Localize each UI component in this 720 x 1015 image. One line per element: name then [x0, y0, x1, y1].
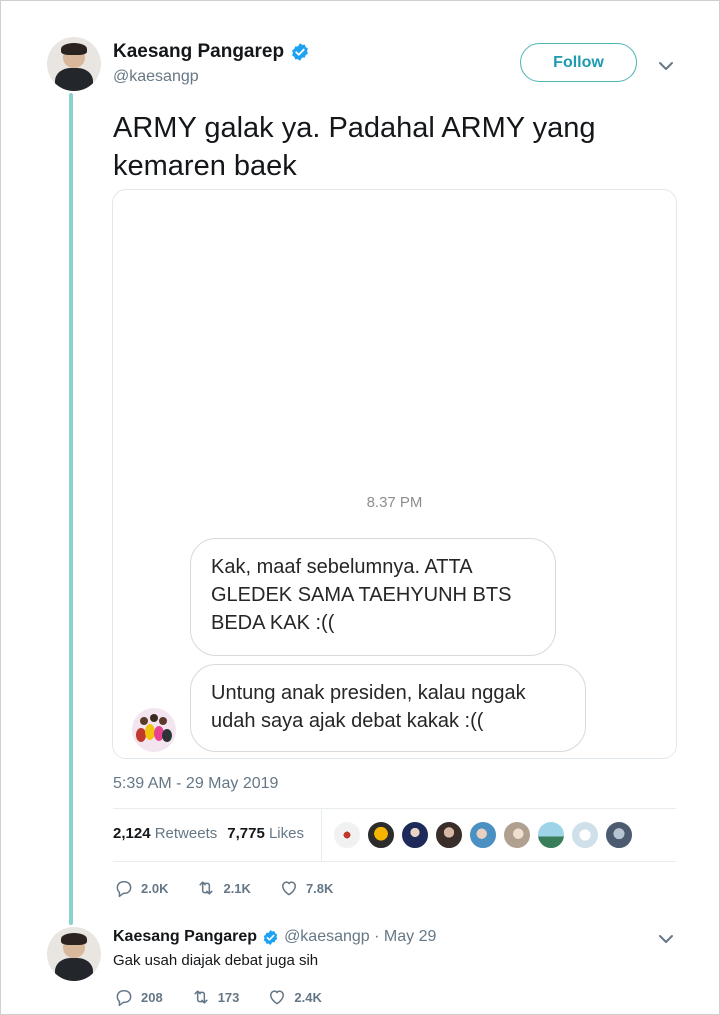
retweet-button[interactable]: 173	[191, 987, 240, 1007]
retweets-stat[interactable]: 2,124 Retweets	[113, 825, 217, 842]
follow-button[interactable]: Follow	[520, 43, 637, 82]
retweet-icon	[194, 990, 208, 1004]
message-bubble: Kak, maaf sebelumnya. ATTA GLEDEK SAMA T…	[190, 538, 556, 656]
reply-count: 208	[141, 989, 163, 1005]
divider	[113, 808, 676, 809]
divider	[113, 861, 676, 862]
likes-stat[interactable]: 7,775 Likes	[227, 825, 304, 842]
reply-icon	[116, 881, 132, 898]
heart-icon	[281, 881, 296, 896]
reply-button[interactable]: 2.0K	[114, 878, 168, 898]
tweet-actions: 2.0K 2.1K 7.8K	[114, 878, 361, 898]
verified-badge-icon	[292, 43, 308, 61]
reply-author-name[interactable]: Kaesang Pangarep	[113, 928, 257, 946]
liker-avatar[interactable]	[571, 821, 599, 849]
liker-avatar[interactable]	[537, 821, 565, 849]
liker-avatars	[333, 821, 633, 849]
author-avatar[interactable]	[47, 37, 101, 91]
author-name[interactable]: Kaesang Pangarep	[113, 41, 284, 63]
chevron-down-icon[interactable]	[657, 930, 675, 948]
like-count: 2.4K	[294, 989, 322, 1005]
liker-avatar[interactable]	[605, 821, 633, 849]
retweet-count: 173	[217, 989, 240, 1005]
retweet-count: 2.1K	[223, 880, 251, 896]
reply-actions: 208 173 2.4K	[114, 987, 350, 1007]
tweet-media-image[interactable]: 8.37 PM Kak, maaf sebelumnya. ATTA GLEDE…	[112, 189, 677, 759]
sender-avatar	[132, 708, 176, 752]
thread-line	[69, 93, 73, 925]
reply-button[interactable]: 208	[114, 987, 163, 1007]
divider	[321, 809, 322, 861]
author-handle[interactable]: @kaesangp	[113, 68, 199, 86]
reply-author-avatar[interactable]	[47, 927, 101, 981]
message-time: 8.37 PM	[366, 494, 423, 511]
chevron-down-icon[interactable]	[657, 57, 675, 75]
reply-count: 2.0K	[141, 880, 169, 896]
liker-avatar[interactable]	[469, 821, 497, 849]
like-button[interactable]: 7.8K	[279, 878, 333, 898]
tweet-text: ARMY galak ya. Padahal ARMY yang kemaren…	[113, 112, 596, 182]
reply-text: Gak usah diajak debat juga sih	[113, 952, 319, 969]
liker-avatar[interactable]	[401, 821, 429, 849]
tweet-timestamp[interactable]: 5:39 AM - 29 May 2019	[113, 775, 278, 793]
message-bubble: Untung anak presiden, kalau nggak udah s…	[190, 664, 586, 752]
like-button[interactable]: 2.4K	[267, 987, 322, 1007]
retweets-count: 2,124	[113, 825, 151, 842]
liker-avatar[interactable]	[435, 821, 463, 849]
liker-avatar[interactable]	[333, 821, 361, 849]
liker-avatar[interactable]	[503, 821, 531, 849]
verified-badge-icon	[263, 929, 278, 945]
reply-icon	[116, 990, 132, 1007]
tweet-stats: 2,124 Retweets 7,775 Likes	[113, 825, 304, 842]
reply-header: Kaesang Pangarep @kaesangp · May 29	[113, 928, 436, 946]
liker-avatar[interactable]	[367, 821, 395, 849]
reply-meta[interactable]: @kaesangp · May 29	[284, 928, 436, 946]
likes-label: Likes	[268, 825, 304, 842]
retweets-label: Retweets	[154, 825, 218, 842]
heart-icon	[270, 990, 285, 1005]
author-name-row[interactable]: Kaesang Pangarep	[113, 41, 310, 63]
like-count: 7.8K	[305, 880, 334, 896]
likes-count: 7,775	[227, 825, 265, 842]
retweet-icon	[199, 881, 214, 895]
retweet-button[interactable]: 2.1K	[196, 878, 251, 898]
